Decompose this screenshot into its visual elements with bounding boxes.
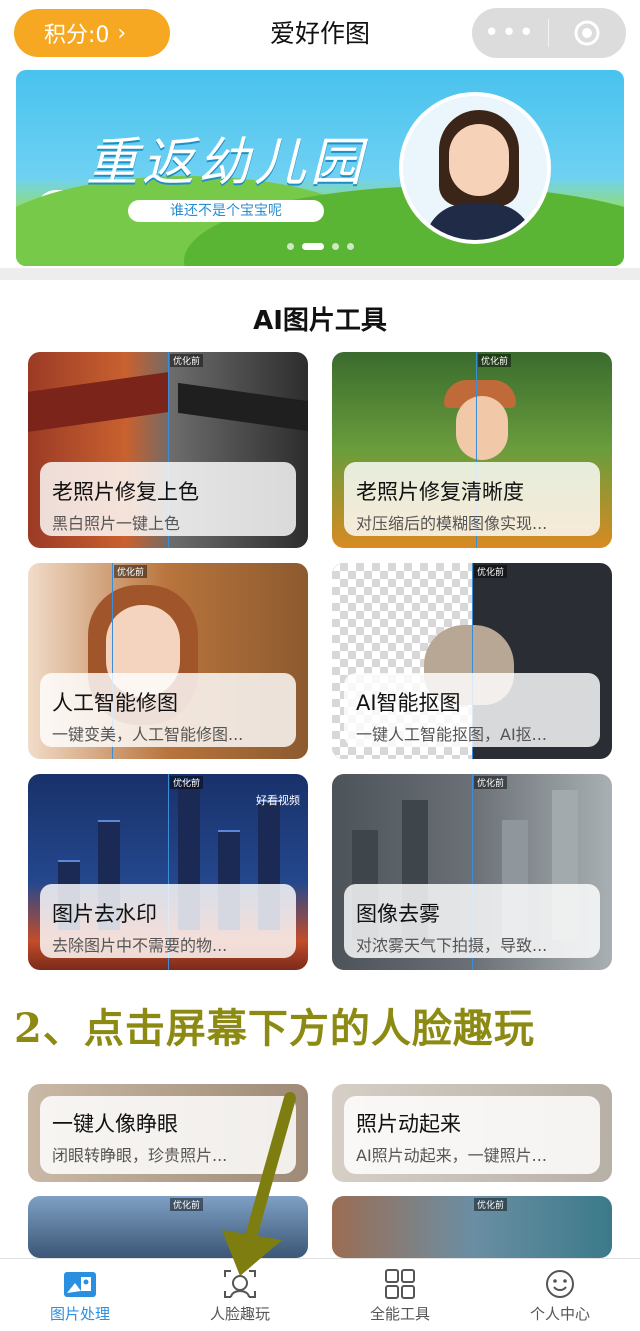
- card-title: 图片去水印: [52, 902, 157, 926]
- bottom-tab-bar: 图片处理 人脸趣玩 全能工具 个人中心: [0, 1258, 640, 1331]
- section-title: AI图片工具: [253, 306, 387, 336]
- before-tag: 优化前: [478, 354, 512, 367]
- before-tag: 优化前: [170, 1198, 204, 1211]
- tool-card-cutout[interactable]: 优化前 AI智能抠图 一键人工智能抠图，AI抠...: [332, 563, 612, 759]
- mini-program-capsule: •••: [472, 8, 626, 58]
- close-target-icon[interactable]: [549, 20, 625, 46]
- more-menu-icon[interactable]: •••: [472, 8, 548, 58]
- tool-card-retouch[interactable]: 优化前 人工智能修图 一键变美，人工智能修图...: [28, 563, 308, 759]
- before-tag: 优化前: [170, 354, 204, 367]
- card-subtitle: 一键人工智能抠图，AI抠...: [356, 725, 547, 744]
- tab-all-tools[interactable]: 全能工具: [320, 1259, 480, 1331]
- banner-subtitle: 谁还不是个宝宝呢: [128, 200, 324, 222]
- before-tag: 优化前: [474, 565, 508, 578]
- card-label: 图像去雾 对浓雾天气下拍摄，导致...: [344, 884, 600, 958]
- before-tag: 优化前: [170, 776, 204, 789]
- card-label: AI智能抠图 一键人工智能抠图，AI抠...: [344, 673, 600, 747]
- instruction-overlay-text: 2、点击屏幕下方的人脸趣玩: [14, 1005, 535, 1052]
- before-tag: 优化前: [474, 1198, 508, 1211]
- card-label: 图片去水印 去除图片中不需要的物...: [40, 884, 296, 958]
- fun-card-animate-photo[interactable]: 照片动起来 AI照片动起来，一键照片...: [332, 1084, 612, 1182]
- card-subtitle: 黑白照片一键上色: [52, 514, 181, 533]
- card-title: 图像去雾: [356, 902, 440, 926]
- top-bar: 积分:0 › 爱好作图 •••: [0, 0, 640, 64]
- card-subtitle: 对压缩后的模糊图像实现...: [356, 514, 548, 533]
- card-label: 老照片修复上色 黑白照片一键上色: [40, 462, 296, 536]
- card-title: AI智能抠图: [356, 691, 461, 715]
- tool-card-sharpen[interactable]: 优化前 老照片修复清晰度 对压缩后的模糊图像实现...: [332, 352, 612, 548]
- section-divider: [0, 268, 640, 280]
- tool-card-watermark-removal[interactable]: 优化前 好看视频 图片去水印 去除图片中不需要的物...: [28, 774, 308, 970]
- video-watermark-text: 好看视频: [256, 794, 300, 807]
- tab-label: 图片处理: [49, 1305, 110, 1323]
- grid-tools-icon: [385, 1269, 415, 1299]
- card-title: 照片动起来: [356, 1112, 461, 1136]
- tool-card-colorize[interactable]: 优化前 老照片修复上色 黑白照片一键上色: [28, 352, 308, 548]
- card-title: 人工智能修图: [52, 691, 178, 715]
- instruction-arrow-icon: [222, 1092, 296, 1276]
- card-subtitle: 一键变美，人工智能修图...: [52, 725, 244, 744]
- banner-title: 重返幼儿园: [86, 133, 367, 193]
- card-label: 人工智能修图 一键变美，人工智能修图...: [40, 673, 296, 747]
- tab-label: 人脸趣玩: [209, 1305, 270, 1323]
- tab-label: 全能工具: [369, 1305, 430, 1323]
- tab-label: 个人中心: [529, 1305, 590, 1323]
- tool-card-dehaze[interactable]: 优化前 图像去雾 对浓雾天气下拍摄，导致...: [332, 774, 612, 970]
- card-subtitle: 对浓雾天气下拍摄，导致...: [356, 936, 548, 955]
- tab-image-process[interactable]: 图片处理: [0, 1259, 160, 1331]
- fun-card-partial[interactable]: 优化前: [332, 1196, 612, 1258]
- before-tag: 优化前: [474, 776, 508, 789]
- smile-user-icon: [546, 1270, 574, 1298]
- child-portrait: [399, 92, 551, 244]
- card-subtitle: AI照片动起来，一键照片...: [356, 1146, 547, 1165]
- card-subtitle: 去除图片中不需要的物...: [52, 936, 228, 955]
- image-process-icon: [64, 1272, 96, 1297]
- tab-personal-center[interactable]: 个人中心: [480, 1259, 640, 1331]
- promo-banner[interactable]: 重返幼儿园 谁还不是个宝宝呢: [16, 70, 624, 266]
- before-tag: 优化前: [114, 565, 148, 578]
- card-label: 照片动起来 AI照片动起来，一键照片...: [344, 1096, 600, 1174]
- card-title: 老照片修复上色: [52, 480, 199, 504]
- carousel-indicator: [16, 243, 624, 250]
- card-label: 老照片修复清晰度 对压缩后的模糊图像实现...: [344, 462, 600, 536]
- card-title: 老照片修复清晰度: [356, 480, 524, 504]
